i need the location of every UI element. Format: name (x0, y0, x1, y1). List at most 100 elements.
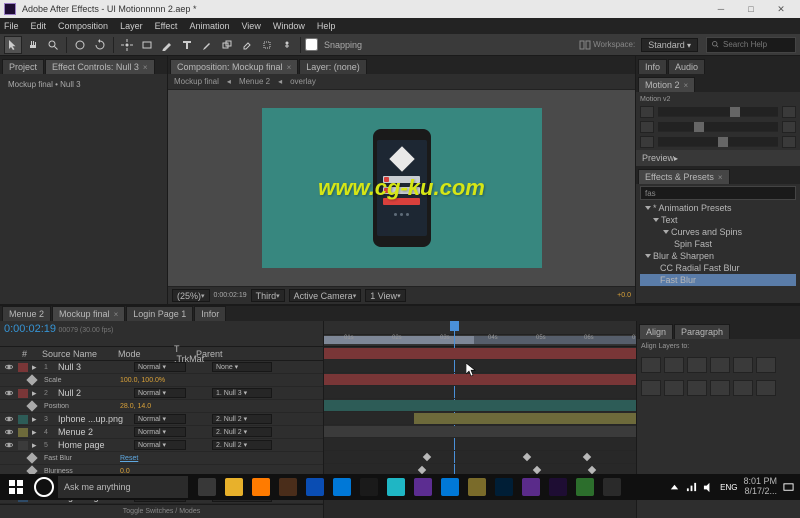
motion-btn-3b[interactable] (782, 136, 796, 148)
distribute-2[interactable] (664, 380, 684, 396)
blend-mode-dropdown[interactable]: Normal ▾ (134, 427, 186, 437)
tab-layer[interactable]: Layer: (none) (299, 59, 367, 74)
keyframe-diamond[interactable] (523, 453, 531, 461)
keyframe-diamond[interactable] (423, 453, 431, 461)
layer-color[interactable] (18, 441, 28, 450)
camera-dropdown[interactable]: Active Camera ▾ (289, 289, 362, 302)
align-top[interactable] (710, 357, 730, 373)
tree-cc-radial[interactable]: CC Radial Fast Blur (640, 262, 796, 274)
close-tab-icon[interactable]: × (287, 63, 292, 72)
tray-network-icon[interactable] (686, 482, 697, 493)
clone-tool[interactable] (218, 36, 236, 54)
align-hcenter[interactable] (664, 357, 684, 373)
twirl-icon[interactable]: ▸ (32, 362, 40, 373)
text-tool[interactable] (178, 36, 196, 54)
timeline-tab-infor[interactable]: Infor (194, 306, 226, 321)
start-button[interactable] (2, 474, 30, 500)
tab-effects-presets[interactable]: Effects & Presets× (638, 169, 730, 184)
visibility-toggle[interactable] (4, 427, 14, 437)
selection-tool[interactable] (4, 36, 22, 54)
minimize-button[interactable]: ─ (706, 1, 736, 17)
workspace-dropdown[interactable]: Standard ▾ (641, 38, 698, 52)
tab-motion[interactable]: Motion 2× (638, 77, 695, 92)
layer-row[interactable]: ▸3Iphone ...up.pngNormal ▾2. Null 2 ▾ (0, 413, 323, 426)
time-ruler[interactable]: 01s02s03s04s05s06s07s08s09s (324, 321, 636, 347)
blend-mode-dropdown[interactable]: Normal ▾ (134, 362, 186, 372)
distribute-6[interactable] (756, 380, 776, 396)
layer-bar[interactable] (324, 426, 636, 437)
property-row[interactable]: Scale100.0, 100.0% (0, 374, 323, 387)
menu-composition[interactable]: Composition (58, 21, 108, 31)
menu-view[interactable]: View (241, 21, 260, 31)
property-row[interactable]: Fast BlurReset (0, 452, 323, 465)
tree-curves[interactable]: Curves and Spins (640, 226, 796, 238)
search-box[interactable]: Ask me anything (58, 476, 188, 498)
taskbar-app[interactable] (437, 474, 463, 500)
track-row[interactable] (324, 360, 636, 373)
action-center-icon[interactable] (783, 482, 794, 493)
keyframe-diamond[interactable] (583, 453, 591, 461)
tab-project[interactable]: Project (2, 59, 44, 74)
cortana-icon[interactable] (34, 477, 54, 497)
layer-bar[interactable] (324, 374, 636, 385)
toggle-switches[interactable]: Toggle Switches / Modes (0, 504, 323, 518)
tab-info[interactable]: Info (638, 59, 667, 74)
menu-window[interactable]: Window (273, 21, 305, 31)
parent-dropdown[interactable]: 1. Null 3 ▾ (212, 388, 272, 398)
visibility-toggle[interactable] (4, 362, 14, 372)
tray-clock[interactable]: 8:01 PM8/17/2... (743, 477, 777, 497)
snapping-checkbox[interactable] (305, 38, 318, 51)
parent-dropdown[interactable]: 2. Null 2 ▾ (212, 414, 272, 424)
taskbar-app[interactable] (491, 474, 517, 500)
preview-panel-header[interactable]: Preview ▸ (636, 150, 800, 166)
track-row[interactable] (324, 347, 636, 360)
layer-name[interactable]: Menue 2 (58, 427, 130, 437)
tab-audio[interactable]: Audio (668, 59, 705, 74)
track-row[interactable] (324, 373, 636, 386)
parent-dropdown[interactable]: None ▾ (212, 362, 272, 372)
motion-btn-3[interactable] (640, 136, 654, 148)
keyframe-diamond[interactable] (588, 466, 596, 474)
effects-search[interactable]: fas (640, 186, 796, 200)
keyframe-diamond[interactable] (418, 466, 426, 474)
distribute-5[interactable] (733, 380, 753, 396)
puppet-tool[interactable] (278, 36, 296, 54)
menu-help[interactable]: Help (317, 21, 336, 31)
layer-name[interactable]: Null 3 (58, 362, 130, 372)
taskbar-app[interactable] (302, 474, 328, 500)
menu-animation[interactable]: Animation (189, 21, 229, 31)
tray-volume-icon[interactable] (703, 482, 714, 493)
zoom-dropdown[interactable]: (25%) ▾ (172, 289, 210, 302)
distribute-4[interactable] (710, 380, 730, 396)
taskbar-app[interactable] (221, 474, 247, 500)
layer-bar[interactable] (414, 413, 636, 424)
layer-row[interactable]: ▸5Home pageNormal ▾2. Null 2 ▾ (0, 439, 323, 452)
orbit-tool[interactable] (71, 36, 89, 54)
hand-tool[interactable] (24, 36, 42, 54)
anchor-tool[interactable] (118, 36, 136, 54)
pen-tool[interactable] (158, 36, 176, 54)
rect-tool[interactable] (138, 36, 156, 54)
taskbar-app[interactable] (248, 474, 274, 500)
layer-color[interactable] (18, 428, 28, 437)
align-right[interactable] (687, 357, 707, 373)
motion-slider-1[interactable] (658, 107, 778, 117)
eraser-tool[interactable] (238, 36, 256, 54)
tray-language[interactable]: ENG (720, 483, 737, 492)
search-help[interactable]: Search Help (706, 37, 796, 53)
tab-composition[interactable]: Composition: Mockup final× (170, 59, 298, 74)
twirl-icon[interactable]: ▸ (32, 414, 40, 425)
maximize-button[interactable]: □ (736, 1, 766, 17)
layer-row[interactable]: ▸1Null 3Normal ▾None ▾ (0, 361, 323, 374)
layer-name[interactable]: Null 2 (58, 388, 130, 398)
distribute-1[interactable] (641, 380, 661, 396)
menu-effect[interactable]: Effect (155, 21, 178, 31)
track-row[interactable] (324, 451, 636, 464)
tray-up-icon[interactable] (669, 482, 680, 493)
rotate-tool[interactable] (91, 36, 109, 54)
brush-tool[interactable] (198, 36, 216, 54)
tab-align[interactable]: Align (639, 324, 673, 339)
tab-paragraph[interactable]: Paragraph (674, 324, 730, 339)
keyframe-stopwatch[interactable] (26, 452, 37, 463)
roto-tool[interactable] (258, 36, 276, 54)
